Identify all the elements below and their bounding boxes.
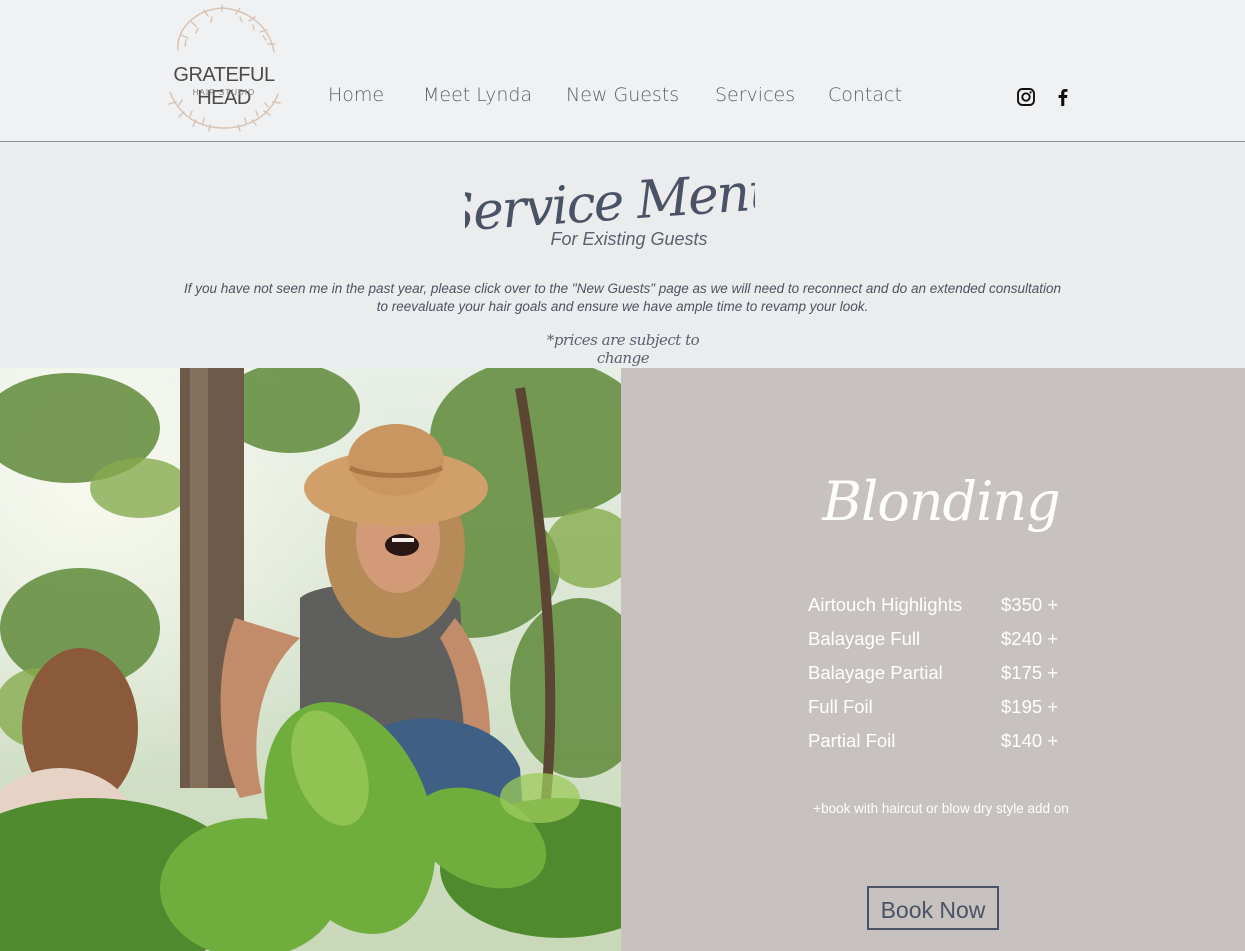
service-price: $240 + bbox=[1001, 628, 1059, 649]
service-name: Balayage Full bbox=[808, 628, 921, 649]
logo-subtitle: HAIR STUDIO bbox=[192, 88, 256, 97]
section-title-text: Blonding bbox=[821, 470, 1059, 533]
service-price: $195 + bbox=[1001, 696, 1059, 717]
logo[interactable]: GRATEFUL HEAD HAIR STUDIO bbox=[146, 4, 302, 132]
facebook-icon[interactable] bbox=[1053, 87, 1073, 107]
service-price: $175 + bbox=[1001, 662, 1059, 683]
service-name: Partial Foil bbox=[808, 730, 896, 751]
book-now-button[interactable]: Book Now bbox=[867, 886, 999, 930]
service-panel: Blonding Airtouch Highlights $350 + Bala… bbox=[621, 368, 1245, 951]
addon-note: +book with haircut or blow dry style add… bbox=[813, 801, 1069, 816]
prices-note: *prices are subject to change bbox=[546, 331, 700, 367]
service-price: $350 + bbox=[1001, 594, 1059, 615]
section-title: Blonding bbox=[821, 470, 1060, 533]
nav-new-guests[interactable]: New Guests bbox=[566, 84, 679, 106]
nav-home[interactable]: Home bbox=[328, 84, 384, 106]
intro-note-line-2: to reevaluate your hair goals and ensure… bbox=[376, 299, 869, 314]
instagram-icon[interactable] bbox=[1016, 87, 1036, 107]
hero-photo bbox=[0, 368, 621, 951]
intro-note-line-1: If you have not seen me in the past year… bbox=[183, 281, 1062, 296]
page-subtitle: For Existing Guests bbox=[550, 229, 708, 249]
nav-services[interactable]: Services bbox=[715, 84, 795, 106]
intro-note: If you have not seen me in the past year… bbox=[180, 280, 1065, 316]
site-header: GRATEFUL HEAD HAIR STUDIO Home Meet Lynd… bbox=[0, 0, 1245, 142]
service-price: $140 + bbox=[1001, 730, 1059, 751]
service-name: Balayage Partial bbox=[808, 662, 943, 683]
service-name: Airtouch Highlights bbox=[808, 594, 963, 615]
service-name: Full Foil bbox=[808, 696, 873, 717]
nav-contact[interactable]: Contact bbox=[828, 84, 902, 106]
logo-name: GRATEFUL HEAD bbox=[173, 64, 275, 109]
nav-meet-lynda[interactable]: Meet Lynda bbox=[423, 84, 532, 106]
